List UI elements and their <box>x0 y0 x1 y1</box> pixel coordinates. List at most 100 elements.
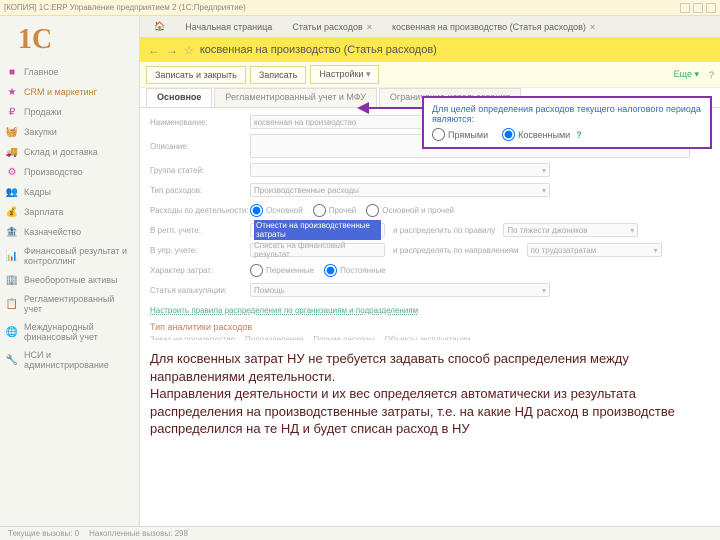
sidebar-item-label: Продажи <box>24 107 62 117</box>
close-icon[interactable]: × <box>367 22 372 32</box>
nav-icon: 🔧 <box>6 354 18 366</box>
nav-icon: 👥 <box>6 186 18 198</box>
app-logo: 1C <box>0 22 139 62</box>
favorite-icon[interactable]: ☆ <box>184 44 194 57</box>
sidebar-item[interactable]: 🏢Внеоборотные активы <box>0 270 139 290</box>
activity-other-radio[interactable]: Прочей <box>313 204 357 217</box>
activity-main-radio[interactable]: Основной <box>250 204 303 217</box>
sidebar-item[interactable]: 💰 Зарплата <box>0 202 139 222</box>
forward-icon[interactable]: → <box>166 43 178 57</box>
char-fixed-radio[interactable]: Постоянные <box>324 264 386 277</box>
nav-icon: 📊 <box>6 250 18 262</box>
sidebar-item-label: НСИ и администрирование <box>24 350 133 370</box>
save-close-button[interactable]: Записать и закрыть <box>146 66 246 84</box>
mgmt-label: В упр. учете: <box>150 246 250 255</box>
page-title-bar: ← → ☆ косвенная на производство (Статья … <box>140 38 720 62</box>
indirect-radio[interactable]: Косвенными? <box>502 128 582 141</box>
window-titlebar: [КОПИЯ] 1С:ERP Управление предприятием 2… <box>0 0 720 16</box>
group-label: Группа статей: <box>150 166 250 175</box>
nav-icon: 🏦 <box>6 226 18 238</box>
nav-icon: ■ <box>6 66 18 78</box>
bc-home[interactable]: Начальная страница <box>175 19 282 35</box>
desc-label: Описание: <box>150 142 250 151</box>
callout-arrow-icon <box>355 94 425 124</box>
distribution-settings-link[interactable]: Настроить правила распределения по орган… <box>150 306 418 315</box>
sidebar-item[interactable]: 🔧 НСИ и администрирование <box>0 346 139 374</box>
distr-rule-2-field[interactable]: по трудозатратам▾ <box>527 243 662 257</box>
bc-tab2[interactable]: косвенная на производство (Статья расход… <box>382 19 605 35</box>
nav-icon: ★ <box>6 86 18 98</box>
maximize-icon[interactable] <box>693 3 703 13</box>
activity-both-radio[interactable]: Основной и прочей <box>366 204 454 217</box>
sidebar-item[interactable]: 🌐Международный финансовый учет <box>0 318 139 346</box>
save-button[interactable]: Записать <box>250 66 306 84</box>
close-icon[interactable]: × <box>590 22 595 32</box>
settings-button[interactable]: Настройки <box>310 65 379 84</box>
sidebar-item-label: Склад и доставка <box>24 147 98 157</box>
sidebar: 1C ■ Главное ★ CRM и маркетинг ₽ Продажи 🧺 Заку… <box>0 16 140 540</box>
sidebar-item[interactable]: ₽ Продажи <box>0 102 139 122</box>
sidebar-item[interactable]: ■ Главное <box>0 62 139 82</box>
sidebar-item-label: Главное <box>24 67 58 77</box>
sidebar-item-label: Кадры <box>24 187 51 197</box>
breadcrumb: 🏠 Начальная страница Статьи расходов × к… <box>140 16 720 38</box>
char-radio-group: Переменные Постоянные <box>250 264 386 277</box>
sidebar-item[interactable]: 👥 Кадры <box>0 182 139 202</box>
nav-icon: 📋 <box>6 298 18 310</box>
back-icon[interactable]: ← <box>148 43 160 57</box>
sidebar-item[interactable]: 🏦 Казначейство <box>0 222 139 242</box>
name-label: Наименование: <box>150 118 250 127</box>
char-label: Характер затрат: <box>150 266 250 275</box>
window-title: [КОПИЯ] 1С:ERP Управление предприятием 2… <box>4 3 246 12</box>
nav-icon: ₽ <box>6 106 18 118</box>
home-icon[interactable]: 🏠 <box>144 18 175 35</box>
callout-title: Для целей определения расходов текущего … <box>432 104 702 124</box>
regl-field[interactable]: Отнести на производственные затраты <box>250 223 385 237</box>
status-current: Текущие вызовы: 0 <box>8 529 79 538</box>
sidebar-item[interactable]: 📊 Финансовый результат и контроллинг <box>0 242 139 270</box>
toolbar: Записать и закрыть Записать Настройки Ещ… <box>140 62 720 88</box>
analytic-header: Тип аналитики расходов <box>150 322 710 332</box>
tab-regl[interactable]: Регламентированный учет и МФУ <box>214 88 377 107</box>
status-bar: Текущие вызовы: 0 Накопленные вызовы: 29… <box>0 526 720 540</box>
regl-label: В регл. учете: <box>150 226 250 235</box>
nav-icon: 🧺 <box>6 126 18 138</box>
bc-tab1[interactable]: Статьи расходов × <box>282 19 382 35</box>
sidebar-item-label: Регламентированный учет <box>24 294 133 314</box>
group-field[interactable]: ▾ <box>250 163 550 177</box>
tab-main[interactable]: Основное <box>146 88 212 107</box>
type-field[interactable]: Производственные расходы▾ <box>250 183 550 197</box>
sidebar-item-label: Финансовый результат и контроллинг <box>24 246 133 266</box>
sidebar-item-label: Казначейство <box>24 227 81 237</box>
sidebar-item[interactable]: 📋 Регламентированный учет <box>0 290 139 318</box>
sidebar-item-label: Закупки <box>24 127 57 137</box>
direct-radio[interactable]: Прямыми <box>432 128 488 141</box>
content-area: 🏠 Начальная страница Статьи расходов × к… <box>140 16 720 540</box>
minimize-icon[interactable] <box>680 3 690 13</box>
more-button[interactable]: Еще ▾ <box>674 69 699 80</box>
sidebar-item[interactable]: 🚚Склад и доставка <box>0 142 139 162</box>
close-icon[interactable] <box>706 3 716 13</box>
calc-label: Статья калькуляции: <box>150 286 250 295</box>
tax-period-callout: Для целей определения расходов текущего … <box>422 96 712 149</box>
sidebar-item-label: CRM и маркетинг <box>24 87 97 97</box>
sidebar-item[interactable]: ⚙Производство <box>0 162 139 182</box>
type-label: Тип расходов: <box>150 186 250 195</box>
activities-radio-group: Основной Прочей Основной и прочей <box>250 204 454 217</box>
help-icon[interactable]: ? <box>576 130 582 140</box>
distr-rule-1-field[interactable]: По тяжести джоников▾ <box>503 223 638 237</box>
annotation-text: Для косвенных затрат НУ не требуется зад… <box>140 340 710 448</box>
mgmt-field[interactable]: Списать на финансовый результат <box>250 243 385 257</box>
nav-icon: 💰 <box>6 206 18 218</box>
sidebar-item[interactable]: ★ CRM и маркетинг <box>0 82 139 102</box>
sidebar-item[interactable]: 🧺 Закупки <box>0 122 139 142</box>
sidebar-item-label: Зарплата <box>24 207 63 217</box>
status-accum: Накопленные вызовы: 298 <box>89 529 188 538</box>
sidebar-item-label: Внеоборотные активы <box>24 275 117 285</box>
sidebar-item-label: Производство <box>24 167 83 177</box>
calc-field[interactable]: Помощь▾ <box>250 283 550 297</box>
help-icon[interactable]: ? <box>709 70 714 80</box>
sidebar-item-label: Международный финансовый учет <box>24 322 133 342</box>
char-variable-radio[interactable]: Переменные <box>250 264 314 277</box>
activities-label: Расходы по деятельности: <box>150 206 250 215</box>
